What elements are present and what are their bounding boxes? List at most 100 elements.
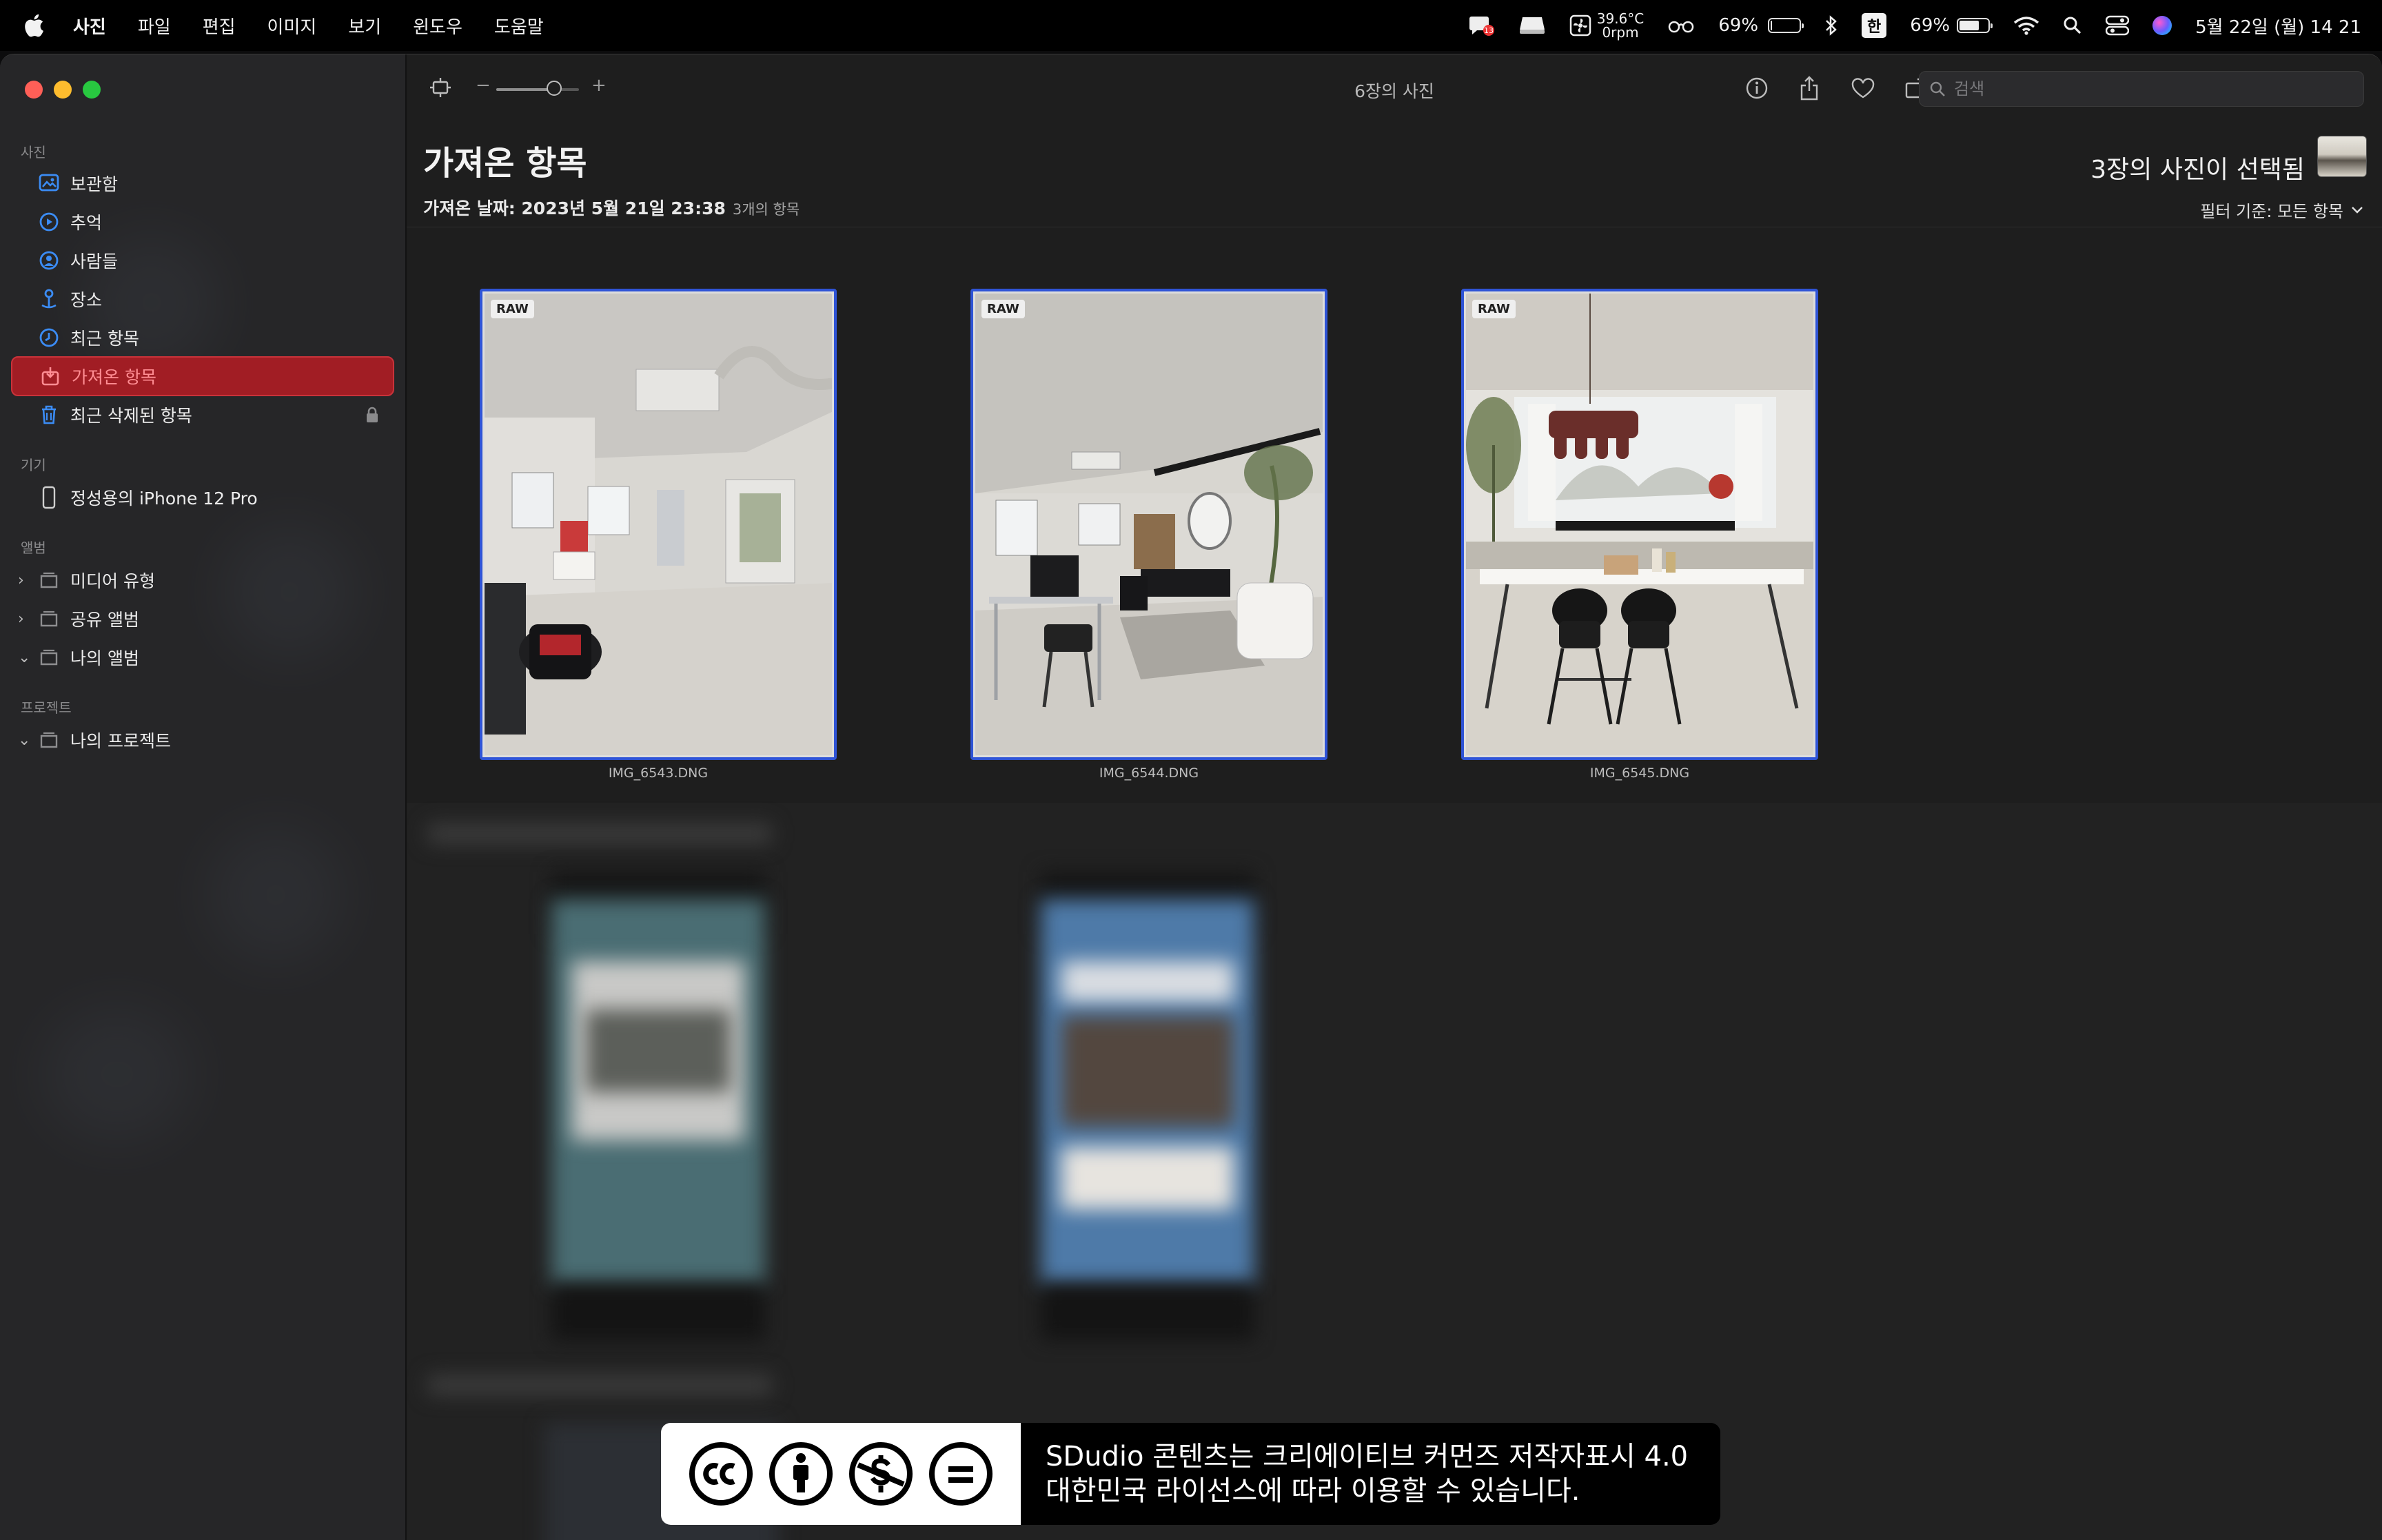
search-icon [1929, 81, 1946, 97]
menu-app-name[interactable]: 사진 [73, 13, 106, 39]
selection-count: 3장의 사진이 선택됨 [2090, 156, 2305, 184]
folder-icon [37, 568, 61, 592]
sidebar-item-media-types[interactable]: › 미디어 유형 [11, 560, 394, 600]
sidebar-item-device[interactable]: 정성용의 iPhone 12 Pro [11, 478, 394, 517]
sidebar-item-places[interactable]: 장소 [11, 279, 394, 319]
license-text: SDudio 콘텐츠는 크리에이티브 커먼즈 저작자표시 4.0 대한민국 라이… [1021, 1423, 1720, 1525]
photo-thumbnail[interactable]: RAW [1461, 289, 1818, 760]
chevron-right-icon[interactable]: › [18, 572, 32, 589]
battery-status-1[interactable]: 69% [1718, 15, 1804, 36]
photo-filename: IMG_6545.DNG [1589, 766, 1690, 781]
apple-menu-icon[interactable] [23, 14, 51, 37]
lock-icon [365, 407, 379, 423]
siri-icon[interactable] [2152, 16, 2172, 35]
chevron-down-icon[interactable]: ⌄ [18, 732, 32, 749]
sidebar-item-my-albums[interactable]: ⌄ 나의 앨범 [11, 637, 394, 677]
battery-outline-icon [1768, 18, 1804, 33]
photos-window: 사진 보관함 추억 사람들 장소 최근 항목 가져온 항목 최근 삭제된 항목 [0, 54, 2382, 1540]
sidebar-section-photos: 사진 [21, 144, 46, 161]
info-icon[interactable] [1744, 75, 1770, 101]
sidebar-item-memories[interactable]: 추억 [11, 202, 394, 242]
menu-help[interactable]: 도움말 [494, 13, 544, 39]
menu-bar: 사진 파일 편집 이미지 보기 윈도우 도움말 13 39.6°C 0rpm 6… [0, 0, 2382, 51]
filter-menu[interactable]: 필터 기준: 모든 항목 [2200, 198, 2364, 222]
chevron-down-icon[interactable]: ⌄ [18, 649, 32, 666]
sidebar-item-label: 사람들 [70, 251, 119, 271]
search-input[interactable] [1953, 79, 2341, 99]
sidebar-item-label: 공유 앨범 [70, 610, 139, 630]
minimize-window-button[interactable] [54, 81, 72, 99]
cpu-temp: 39.6°C [1596, 10, 1645, 27]
menu-view[interactable]: 보기 [348, 13, 381, 39]
battery-percent-2: 69% [1910, 15, 1951, 36]
sidebar-section-devices: 기기 [21, 457, 46, 473]
photo-thumbnail[interactable]: RAW [970, 289, 1327, 760]
filter-label: 필터 기준: 모든 항목 [2200, 202, 2343, 221]
battery-percent-1: 69% [1718, 15, 1759, 36]
imports-icon [39, 365, 62, 388]
spotlight-search-icon[interactable] [2063, 16, 2082, 35]
raw-badge: RAW [981, 300, 1025, 318]
photo-image [975, 294, 1323, 755]
favorite-heart-icon[interactable] [1850, 75, 1876, 101]
fan-icon [1569, 14, 1591, 37]
import-date: 가져온 날짜: 2023년 5월 21일 23:38 [423, 198, 726, 218]
input-source-indicator[interactable]: 한 [1862, 13, 1887, 38]
zoom-window-button[interactable] [83, 81, 101, 99]
wifi-icon[interactable] [2013, 16, 2039, 35]
photo-image [485, 294, 832, 755]
share-icon[interactable] [1796, 75, 1822, 101]
library-icon [37, 172, 61, 195]
sidebar-item-label: 최근 항목 [70, 329, 139, 349]
sidebar-item-recently-deleted[interactable]: 최근 삭제된 항목 [11, 395, 394, 435]
sidebar-item-imports[interactable]: 가져온 항목 [11, 356, 394, 396]
attribution-icon [768, 1441, 833, 1506]
chevron-down-icon [2350, 205, 2364, 215]
folder-icon [37, 728, 61, 752]
drive-icon[interactable] [1518, 14, 1546, 37]
trash-icon [37, 403, 61, 427]
photo-image [1466, 294, 1813, 755]
sidebar-item-label: 최근 삭제된 항목 [70, 406, 192, 426]
chevron-right-icon[interactable]: › [18, 610, 32, 628]
sidebar: 사진 보관함 추억 사람들 장소 최근 항목 가져온 항목 최근 삭제된 항목 [0, 54, 407, 1540]
svg-text:13: 13 [1484, 26, 1494, 35]
menu-file[interactable]: 파일 [138, 13, 171, 39]
battery-status-2[interactable]: 69% [1910, 15, 1993, 36]
close-window-button[interactable] [25, 81, 43, 99]
control-center-icon[interactable] [2106, 15, 2130, 36]
sidebar-item-label: 보관함 [70, 174, 119, 194]
sidebar-item-recents[interactable]: 최근 항목 [11, 318, 394, 358]
battery-icon [1957, 18, 1993, 33]
import-item-count: 3개의 항목 [732, 201, 800, 218]
glasses-icon[interactable] [1667, 17, 1695, 34]
menu-window[interactable]: 윈도우 [413, 13, 462, 39]
photo-thumbnail[interactable]: RAW [480, 289, 837, 760]
system-monitor[interactable]: 39.6°C 0rpm [1569, 10, 1645, 41]
sidebar-item-label: 나의 프로젝트 [70, 731, 171, 751]
license-line-1: SDudio 콘텐츠는 크리에이티브 커먼즈 저작자표시 4.0 [1046, 1441, 1689, 1472]
noncommercial-icon [848, 1441, 913, 1506]
places-icon [37, 287, 61, 311]
sidebar-item-library[interactable]: 보관함 [11, 163, 394, 203]
sidebar-section-projects: 프로젝트 [21, 699, 72, 716]
memories-icon [37, 210, 61, 234]
raw-badge: RAW [1472, 300, 1516, 318]
chat-notification-icon[interactable]: 13 [1469, 14, 1495, 37]
menubar-clock[interactable]: 5월 22일 (월) 14 21 [2195, 13, 2361, 39]
sidebar-item-label: 미디어 유형 [70, 571, 155, 591]
fan-speed: 0rpm [1602, 24, 1639, 41]
sidebar-item-label: 가져온 항목 [72, 367, 156, 387]
sidebar-item-label: 추억 [70, 213, 103, 233]
sidebar-item-shared-albums[interactable]: › 공유 앨범 [11, 599, 394, 639]
menu-edit[interactable]: 편집 [203, 13, 236, 39]
sidebar-item-people[interactable]: 사람들 [11, 240, 394, 280]
menu-image[interactable]: 이미지 [267, 13, 317, 39]
selection-thumbnail[interactable] [2317, 136, 2367, 177]
sidebar-item-my-projects[interactable]: ⌄ 나의 프로젝트 [11, 720, 394, 760]
cc-icon [689, 1441, 753, 1506]
cc-icons [661, 1423, 1021, 1525]
search-field[interactable] [1919, 71, 2364, 107]
bluetooth-icon[interactable] [1824, 14, 1838, 37]
sidebar-item-label: 나의 앨범 [70, 648, 139, 668]
